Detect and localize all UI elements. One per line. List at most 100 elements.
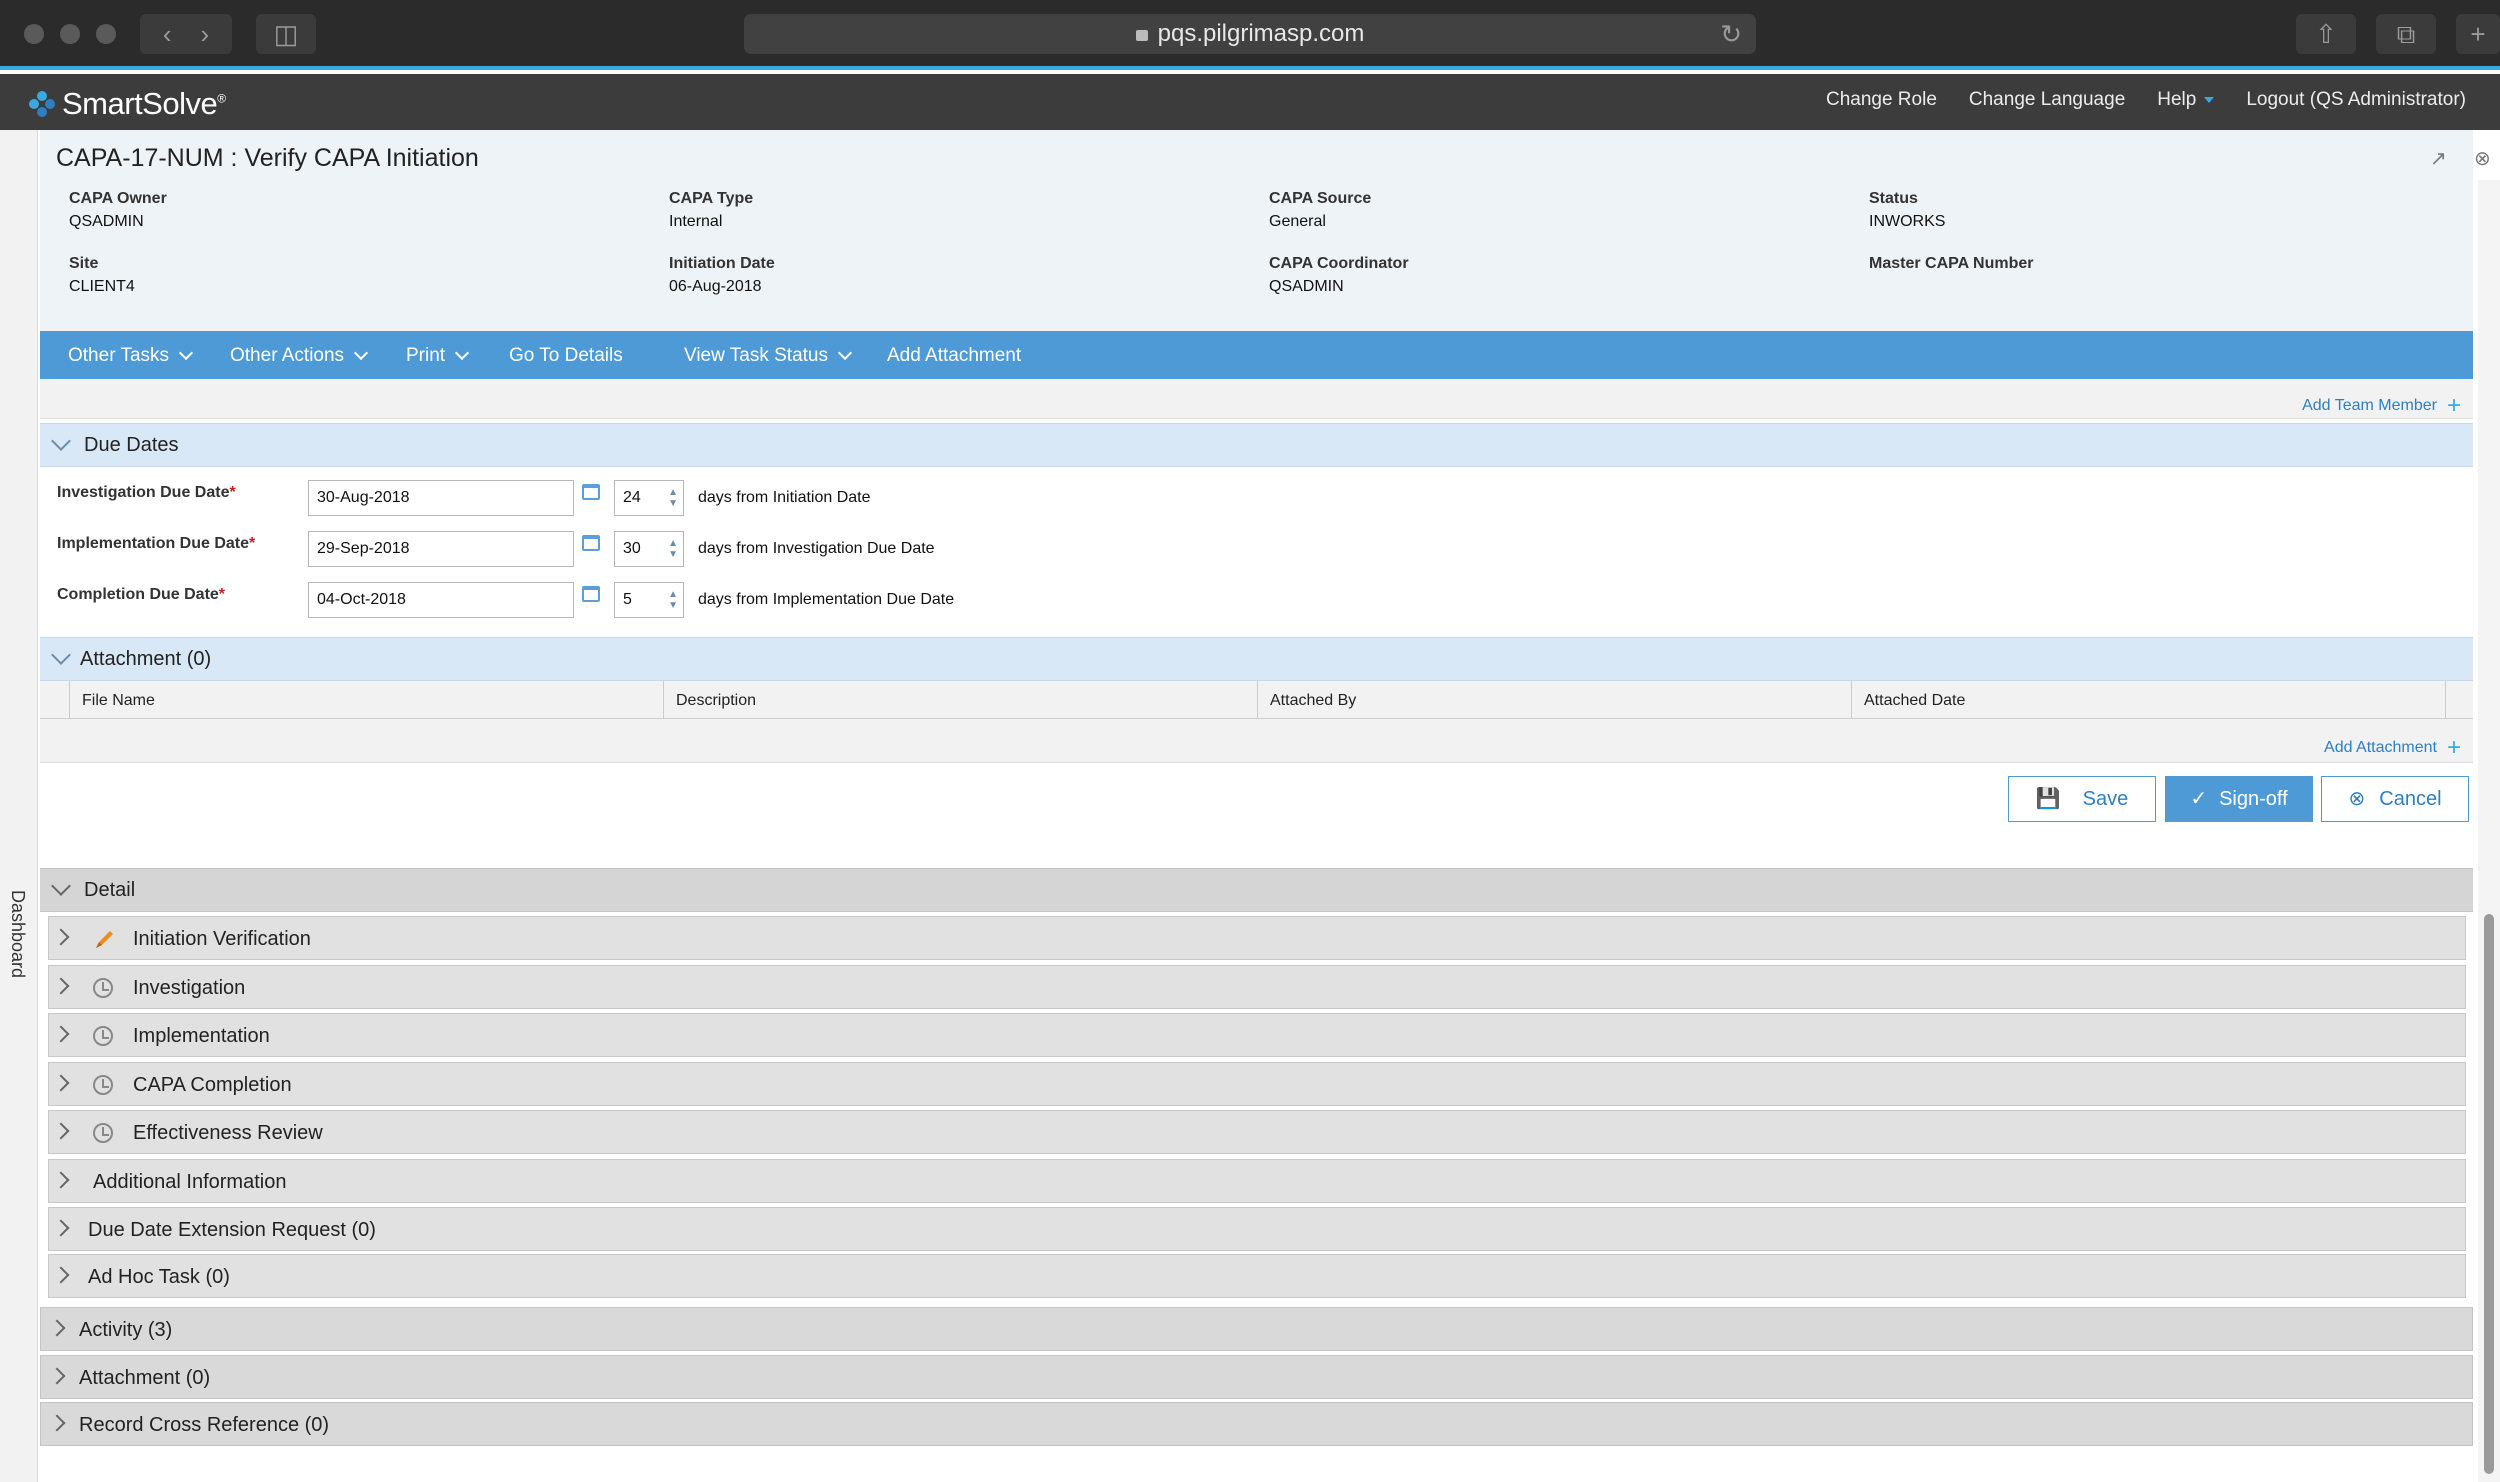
attached-date-column[interactable]: Attached Date [1851, 681, 2445, 719]
description-column[interactable]: Description [663, 681, 1257, 719]
site-value: CLIENT4 [69, 278, 135, 295]
close-window-icon[interactable] [24, 24, 44, 44]
signoff-button[interactable]: ✓ Sign-off [2165, 776, 2313, 822]
add-team-member-link[interactable]: Add Team Member + [2302, 389, 2461, 419]
file-name-column[interactable]: File Name [69, 681, 663, 719]
new-tab-button[interactable]: + [2456, 14, 2500, 54]
save-button[interactable]: 💾 Save [2008, 776, 2156, 822]
clock-icon [93, 1075, 113, 1095]
completion-due-date-input[interactable]: 04-Oct-2018 [308, 582, 574, 618]
attached-by-column[interactable]: Attached By [1257, 681, 1851, 719]
logo-mark-icon [29, 91, 55, 117]
implementation-due-date-input[interactable]: 29-Sep-2018 [308, 531, 574, 567]
required-marker: * [218, 586, 226, 603]
print-menu[interactable]: Print [406, 345, 470, 367]
record-title: CAPA-17-NUM : Verify CAPA Initiation [56, 144, 479, 172]
investigation-due-date-input[interactable]: 30-Aug-2018 [308, 480, 574, 516]
required-marker: * [249, 535, 256, 552]
share-icon: ⇧ [2315, 19, 2337, 49]
activity-section[interactable]: Activity (3) [40, 1307, 2473, 1351]
sidebar-toggle-button[interactable]: ◫ [256, 14, 316, 54]
scrollbar-thumb[interactable] [2484, 914, 2494, 1474]
detail-item-implementation[interactable]: Implementation [48, 1013, 2466, 1057]
detail-item-label: Investigation [133, 977, 246, 999]
status-value: INWORKS [1869, 213, 1946, 230]
change-language-link[interactable]: Change Language [1969, 89, 2125, 111]
logout-link[interactable]: Logout (QS Administrator) [2246, 89, 2466, 111]
detail-item-initiation-verification[interactable]: Initiation Verification [48, 916, 2466, 960]
cancel-button[interactable]: ⊗ Cancel [2321, 776, 2469, 822]
signoff-label: Sign-off [2219, 788, 2288, 810]
print-label: Print [406, 345, 446, 366]
chevron-right-icon[interactable]: › [200, 19, 209, 49]
table-end-column [2445, 681, 2473, 719]
record-summary: CAPA-17-NUM : Verify CAPA Initiation ↗ ⊗… [40, 130, 2491, 331]
detail-item-ad-hoc-task[interactable]: Ad Hoc Task (0) [48, 1254, 2466, 1298]
add-attachment-link[interactable]: Add Attachment + [2324, 731, 2461, 761]
close-record-icon[interactable]: ⊗ [2474, 146, 2491, 171]
activity-title: Activity (3) [79, 1319, 173, 1341]
detail-item-investigation[interactable]: Investigation [48, 965, 2466, 1009]
plus-icon: + [2446, 734, 2461, 761]
lock-icon [1135, 30, 1148, 41]
other-tasks-label: Other Tasks [68, 345, 170, 366]
implementation-days-text: days from Investigation Due Date [698, 540, 935, 557]
change-role-link[interactable]: Change Role [1826, 89, 1937, 111]
spinner-arrows-icon[interactable]: ▲ ▼ [668, 589, 678, 611]
detail-item-capa-completion[interactable]: CAPA Completion [48, 1062, 2466, 1106]
investigation-due-label-text: Investigation Due Date [57, 484, 230, 501]
detail-item-effectiveness-review[interactable]: Effectiveness Review [48, 1110, 2466, 1154]
pencil-icon [96, 931, 113, 948]
add-attachment-label: Add Attachment [2324, 739, 2437, 756]
top-nav: Change Role Change Language Help Logout … [1826, 89, 2466, 111]
chevron-down-icon [178, 345, 194, 361]
attachment-section-header[interactable]: Attachment (0) [40, 637, 2473, 681]
go-to-details-link[interactable]: Go To Details [509, 345, 623, 367]
smartsolve-logo[interactable]: SmartSolve® [26, 82, 226, 122]
chevron-down-icon [455, 345, 470, 361]
address-bar[interactable]: pqs.pilgrimasp.com ↻ [744, 14, 1756, 54]
completion-days-stepper[interactable]: 5 ▲ ▼ [614, 582, 684, 618]
tabs-overview-button[interactable]: ⧉ [2376, 14, 2436, 54]
calendar-icon[interactable] [582, 484, 600, 500]
reload-icon[interactable]: ↻ [1720, 14, 1742, 54]
spinner-arrows-icon[interactable]: ▲ ▼ [668, 538, 678, 560]
chevron-right-icon [52, 1074, 70, 1092]
capa-source-value: General [1269, 213, 1326, 230]
calendar-icon[interactable] [582, 586, 600, 602]
detail-item-due-date-extension[interactable]: Due Date Extension Request (0) [48, 1207, 2466, 1251]
pop-out-icon[interactable]: ↗ [2430, 146, 2447, 171]
action-toolbar: Other Tasks Other Actions Print Go To De… [40, 331, 2473, 379]
share-button[interactable]: ⇧ [2296, 14, 2356, 54]
spinner-arrows-icon[interactable]: ▲ ▼ [668, 487, 678, 509]
other-tasks-menu[interactable]: Other Tasks [68, 345, 194, 367]
attachment-bottom-section[interactable]: Attachment (0) [40, 1355, 2473, 1399]
implementation-days-stepper[interactable]: 30 ▲ ▼ [614, 531, 684, 567]
view-task-status-menu[interactable]: View Task Status [684, 345, 853, 367]
record-cross-reference-section[interactable]: Record Cross Reference (0) [40, 1402, 2473, 1446]
team-row: Add Team Member + [40, 379, 2473, 419]
calendar-icon[interactable] [582, 535, 600, 551]
detail-item-additional-information[interactable]: Additional Information [48, 1159, 2466, 1203]
due-dates-section-header[interactable]: Due Dates [40, 423, 2473, 467]
investigation-days-stepper[interactable]: 24 ▲ ▼ [614, 480, 684, 516]
minimize-window-icon[interactable] [60, 24, 80, 44]
help-menu[interactable]: Help [2157, 89, 2215, 111]
vertical-scrollbar[interactable] [2478, 180, 2500, 1482]
chevron-left-icon[interactable]: ‹ [163, 19, 172, 49]
add-attachment-action[interactable]: Add Attachment [887, 345, 1021, 367]
site-label: Site [69, 255, 99, 272]
implementation-days-value: 30 [623, 540, 641, 557]
back-forward-buttons[interactable]: ‹ › [140, 14, 232, 54]
view-task-status-label: View Task Status [684, 345, 828, 366]
zoom-window-icon[interactable] [96, 24, 116, 44]
app-header: SmartSolve® Change Role Change Language … [0, 74, 2500, 130]
dashboard-side-tab[interactable]: Dashboard [0, 130, 38, 1482]
detail-section-header[interactable]: Detail [40, 868, 2473, 912]
dashboard-tab-label: Dashboard [8, 890, 28, 979]
capa-coordinator-value: QSADMIN [1269, 278, 1344, 295]
implementation-due-label-text: Implementation Due Date [57, 535, 250, 552]
investigation-days-text: days from Initiation Date [698, 489, 871, 506]
required-marker: * [229, 484, 236, 501]
other-actions-menu[interactable]: Other Actions [230, 345, 369, 367]
